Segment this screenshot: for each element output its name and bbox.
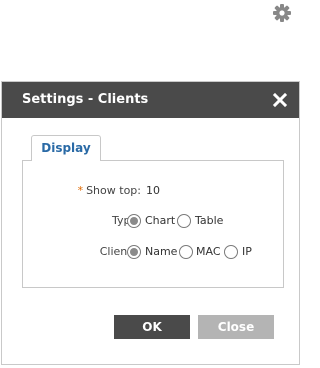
clients-ip-radio[interactable] (224, 245, 238, 259)
clients-mac-radio[interactable] (179, 245, 193, 259)
clients-name-label[interactable]: Name (145, 243, 177, 261)
type-chart-radio[interactable] (127, 214, 141, 228)
clients-name-radio[interactable] (127, 245, 141, 259)
close-button[interactable]: Close (198, 315, 274, 339)
type-row: Type: Chart Table (23, 212, 285, 230)
clients-mac-label[interactable]: MAC (196, 243, 221, 261)
close-icon[interactable] (271, 91, 289, 109)
dialog-titlebar: Settings - Clients (2, 82, 299, 118)
type-chart-label[interactable]: Chart (145, 212, 175, 230)
clients-row: Clients: Name MAC IP (23, 243, 285, 261)
show-top-row: * Show top: 10 (23, 182, 285, 200)
required-marker: * (77, 184, 84, 197)
show-top-value[interactable]: 10 (146, 182, 160, 200)
gear-icon[interactable] (271, 2, 293, 24)
tab-display[interactable]: Display (31, 135, 101, 161)
ok-button[interactable]: OK (114, 315, 190, 339)
clients-ip-label[interactable]: IP (242, 243, 252, 261)
dialog-title: Settings - Clients (22, 92, 149, 107)
type-table-label[interactable]: Table (195, 212, 223, 230)
show-top-label-text: Show top: (86, 184, 141, 197)
type-table-radio[interactable] (177, 214, 191, 228)
show-top-label: * Show top: (78, 182, 141, 200)
tab-display-label: Display (41, 141, 91, 155)
settings-dialog: Settings - Clients Display * Show top: 10… (1, 81, 300, 365)
display-panel: *Show top: 10 Type: Chart Table Clients:… (22, 160, 284, 288)
